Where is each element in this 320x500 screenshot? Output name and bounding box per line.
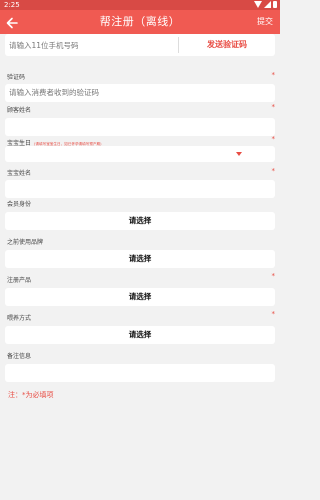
remarks-field (5, 360, 275, 382)
feeding-label: 喂养方式 (7, 315, 32, 322)
app-bar: 帮注册（离线） 提交 (0, 10, 280, 34)
remarks-input[interactable] (5, 363, 275, 382)
status-icons (254, 1, 277, 8)
product-label: 注册产品 (7, 277, 32, 284)
previous-brand-field: 请选择 (5, 250, 275, 268)
verify-field (5, 80, 275, 102)
baby-birthday-picker[interactable] (5, 146, 275, 162)
verify-code-input[interactable] (5, 83, 275, 102)
product-select[interactable]: 请选择 (5, 288, 275, 306)
customer-name-required-mark: * (271, 103, 276, 111)
customer-name-label: 顾客姓名 (7, 107, 32, 114)
wifi-icon (254, 1, 262, 8)
signal-icon (264, 1, 271, 8)
product-field: 请选择 (5, 288, 275, 306)
feeding-field: 请选择 (5, 326, 275, 344)
baby-name-input[interactable] (5, 179, 275, 198)
previous-brand-label: 之前使用品牌 (7, 239, 44, 246)
baby-birthday-required-mark: * (271, 135, 276, 143)
member-field: 请选择 (5, 212, 275, 230)
feeding-required-mark: * (271, 310, 276, 318)
required-note: 注：*为必填项 (8, 391, 54, 399)
battery-icon (273, 1, 277, 8)
baby-name-required-mark: * (271, 167, 276, 175)
remarks-label: 备注信息 (7, 353, 32, 360)
previous-brand-select[interactable]: 请选择 (5, 250, 275, 268)
phone-row: 发送验证码 (5, 34, 275, 56)
feeding-select[interactable]: 请选择 (5, 326, 275, 344)
member-label: 会员身份 (7, 201, 32, 208)
submit-button[interactable]: 提交 (257, 10, 273, 34)
status-time: 2:25 (4, 1, 20, 9)
phone-input[interactable] (5, 36, 173, 54)
product-required-mark: * (271, 272, 276, 280)
caret-down-icon[interactable] (236, 152, 242, 156)
member-select[interactable]: 请选择 (5, 212, 275, 230)
customer-name-field (5, 114, 275, 136)
status-bar: 2:25 (0, 0, 280, 10)
customer-name-input[interactable] (5, 117, 275, 136)
baby-name-field (5, 176, 275, 198)
page-title: 帮注册（离线） (99, 15, 181, 28)
send-code-button[interactable]: 发送验证码 (179, 34, 275, 56)
verify-required-mark: * (271, 71, 276, 79)
